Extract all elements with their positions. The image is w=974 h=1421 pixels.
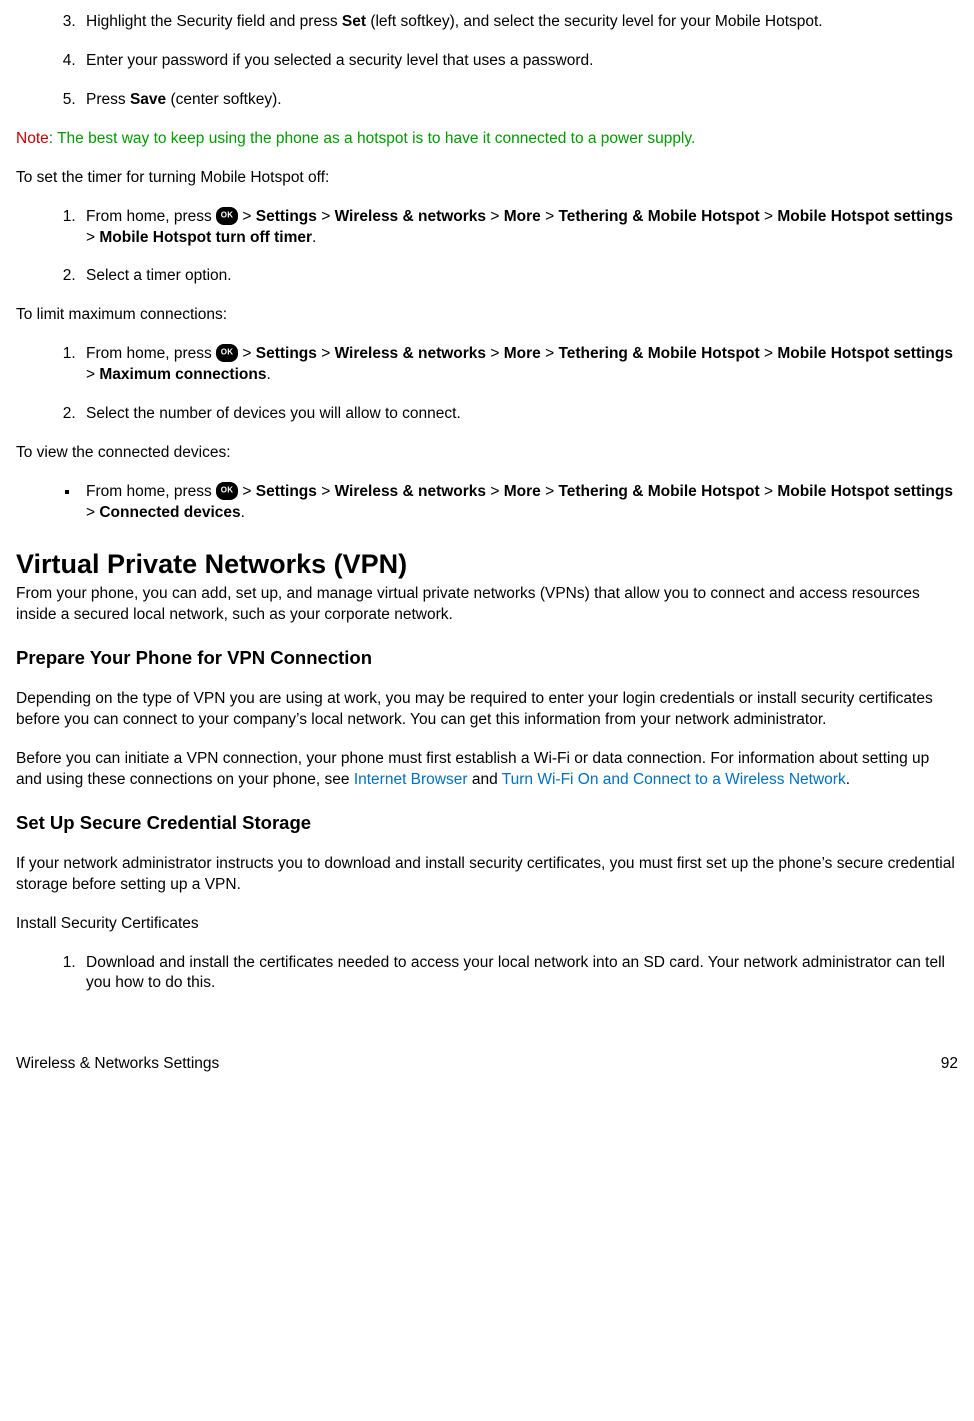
sep: > — [86, 504, 99, 521]
heading-credential-storage: Set Up Secure Credential Storage — [16, 811, 958, 836]
nav: Maximum connections — [99, 366, 266, 383]
sep: > — [317, 345, 335, 362]
note-body: : The best way to keep using the phone a… — [49, 130, 696, 147]
sep: > — [238, 483, 256, 500]
sep: > — [317, 208, 335, 225]
bullet-1: From home, press > Settings > Wireless &… — [80, 482, 958, 524]
steps-timer: From home, press > Settings > Wireless &… — [16, 207, 958, 288]
step-5: Press Save (center softkey). — [80, 90, 958, 111]
link-turn-wifi-on[interactable]: Turn Wi-Fi On and Connect to a Wireless … — [502, 771, 846, 788]
step-4: Enter your password if you selected a se… — [80, 51, 958, 72]
heading-vpn: Virtual Private Networks (VPN) — [16, 546, 958, 582]
bold: Save — [130, 91, 166, 108]
sep: > — [486, 345, 504, 362]
sep: > — [760, 483, 778, 500]
intro-view: To view the connected devices: — [16, 443, 958, 464]
note-line: Note: The best way to keep using the pho… — [16, 129, 958, 150]
period: . — [312, 229, 316, 246]
sep: > — [238, 345, 256, 362]
nav: Wireless & networks — [335, 345, 486, 362]
nav: Connected devices — [99, 504, 240, 521]
nav: Mobile Hotspot turn off timer — [99, 229, 312, 246]
nav: Tethering & Mobile Hotspot — [558, 345, 759, 362]
sep: > — [541, 208, 559, 225]
nav: More — [504, 345, 541, 362]
sep: > — [238, 208, 256, 225]
sep: > — [486, 208, 504, 225]
intro-timer: To set the timer for turning Mobile Hots… — [16, 168, 958, 189]
steps-security: Highlight the Security field and press S… — [16, 12, 958, 111]
intro-max: To limit maximum connections: — [16, 305, 958, 326]
text: . — [846, 771, 850, 788]
sep: > — [541, 483, 559, 500]
nav: Settings — [256, 208, 317, 225]
step-1: Download and install the certificates ne… — [80, 953, 958, 995]
nav: Tethering & Mobile Hotspot — [558, 208, 759, 225]
heading-prepare: Prepare Your Phone for VPN Connection — [16, 646, 958, 671]
steps-max: From home, press > Settings > Wireless &… — [16, 344, 958, 425]
sep: > — [86, 366, 99, 383]
text: Enter your password if you selected a se… — [86, 52, 593, 69]
step-2: Select the number of devices you will al… — [80, 404, 958, 425]
step-2: Select a timer option. — [80, 266, 958, 287]
nav: Settings — [256, 345, 317, 362]
step-1: From home, press > Settings > Wireless &… — [80, 207, 958, 249]
text: (left softkey), and select the security … — [366, 13, 823, 30]
sep: > — [486, 483, 504, 500]
step-3: Highlight the Security field and press S… — [80, 12, 958, 33]
vpn-intro: From your phone, you can add, set up, an… — [16, 584, 958, 626]
ok-button-icon — [216, 482, 238, 500]
link-internet-browser[interactable]: Internet Browser — [354, 771, 468, 788]
nav: Mobile Hotspot settings — [777, 345, 953, 362]
period: . — [241, 504, 245, 521]
text: (center softkey). — [166, 91, 281, 108]
sep: > — [760, 345, 778, 362]
ok-button-icon — [216, 344, 238, 362]
nav: Settings — [256, 483, 317, 500]
bold: Set — [342, 13, 366, 30]
nav: Mobile Hotspot settings — [777, 208, 953, 225]
nav: More — [504, 208, 541, 225]
period: . — [266, 366, 270, 383]
text: From home, press — [86, 208, 216, 225]
cred-p1: If your network administrator instructs … — [16, 854, 958, 896]
sep: > — [86, 229, 99, 246]
ok-button-icon — [216, 207, 238, 225]
sep: > — [541, 345, 559, 362]
text: Press — [86, 91, 130, 108]
prepare-p1: Depending on the type of VPN you are usi… — [16, 689, 958, 731]
nav: Wireless & networks — [335, 208, 486, 225]
footer-section: Wireless & Networks Settings — [16, 1054, 219, 1075]
steps-view: From home, press > Settings > Wireless &… — [16, 482, 958, 524]
cred-p2: Install Security Certificates — [16, 914, 958, 935]
nav: Mobile Hotspot settings — [777, 483, 953, 500]
note-label: Note — [16, 130, 49, 147]
text: and — [468, 771, 502, 788]
step-1: From home, press > Settings > Wireless &… — [80, 344, 958, 386]
prepare-p2: Before you can initiate a VPN connection… — [16, 749, 958, 791]
text: Highlight the Security field and press — [86, 13, 342, 30]
nav: Wireless & networks — [335, 483, 486, 500]
steps-cert: Download and install the certificates ne… — [16, 953, 958, 995]
text: From home, press — [86, 483, 216, 500]
text: From home, press — [86, 345, 216, 362]
nav: More — [504, 483, 541, 500]
page-footer: Wireless & Networks Settings 92 — [16, 1054, 958, 1075]
sep: > — [317, 483, 335, 500]
sep: > — [760, 208, 778, 225]
nav: Tethering & Mobile Hotspot — [558, 483, 759, 500]
footer-pagenum: 92 — [941, 1054, 958, 1075]
